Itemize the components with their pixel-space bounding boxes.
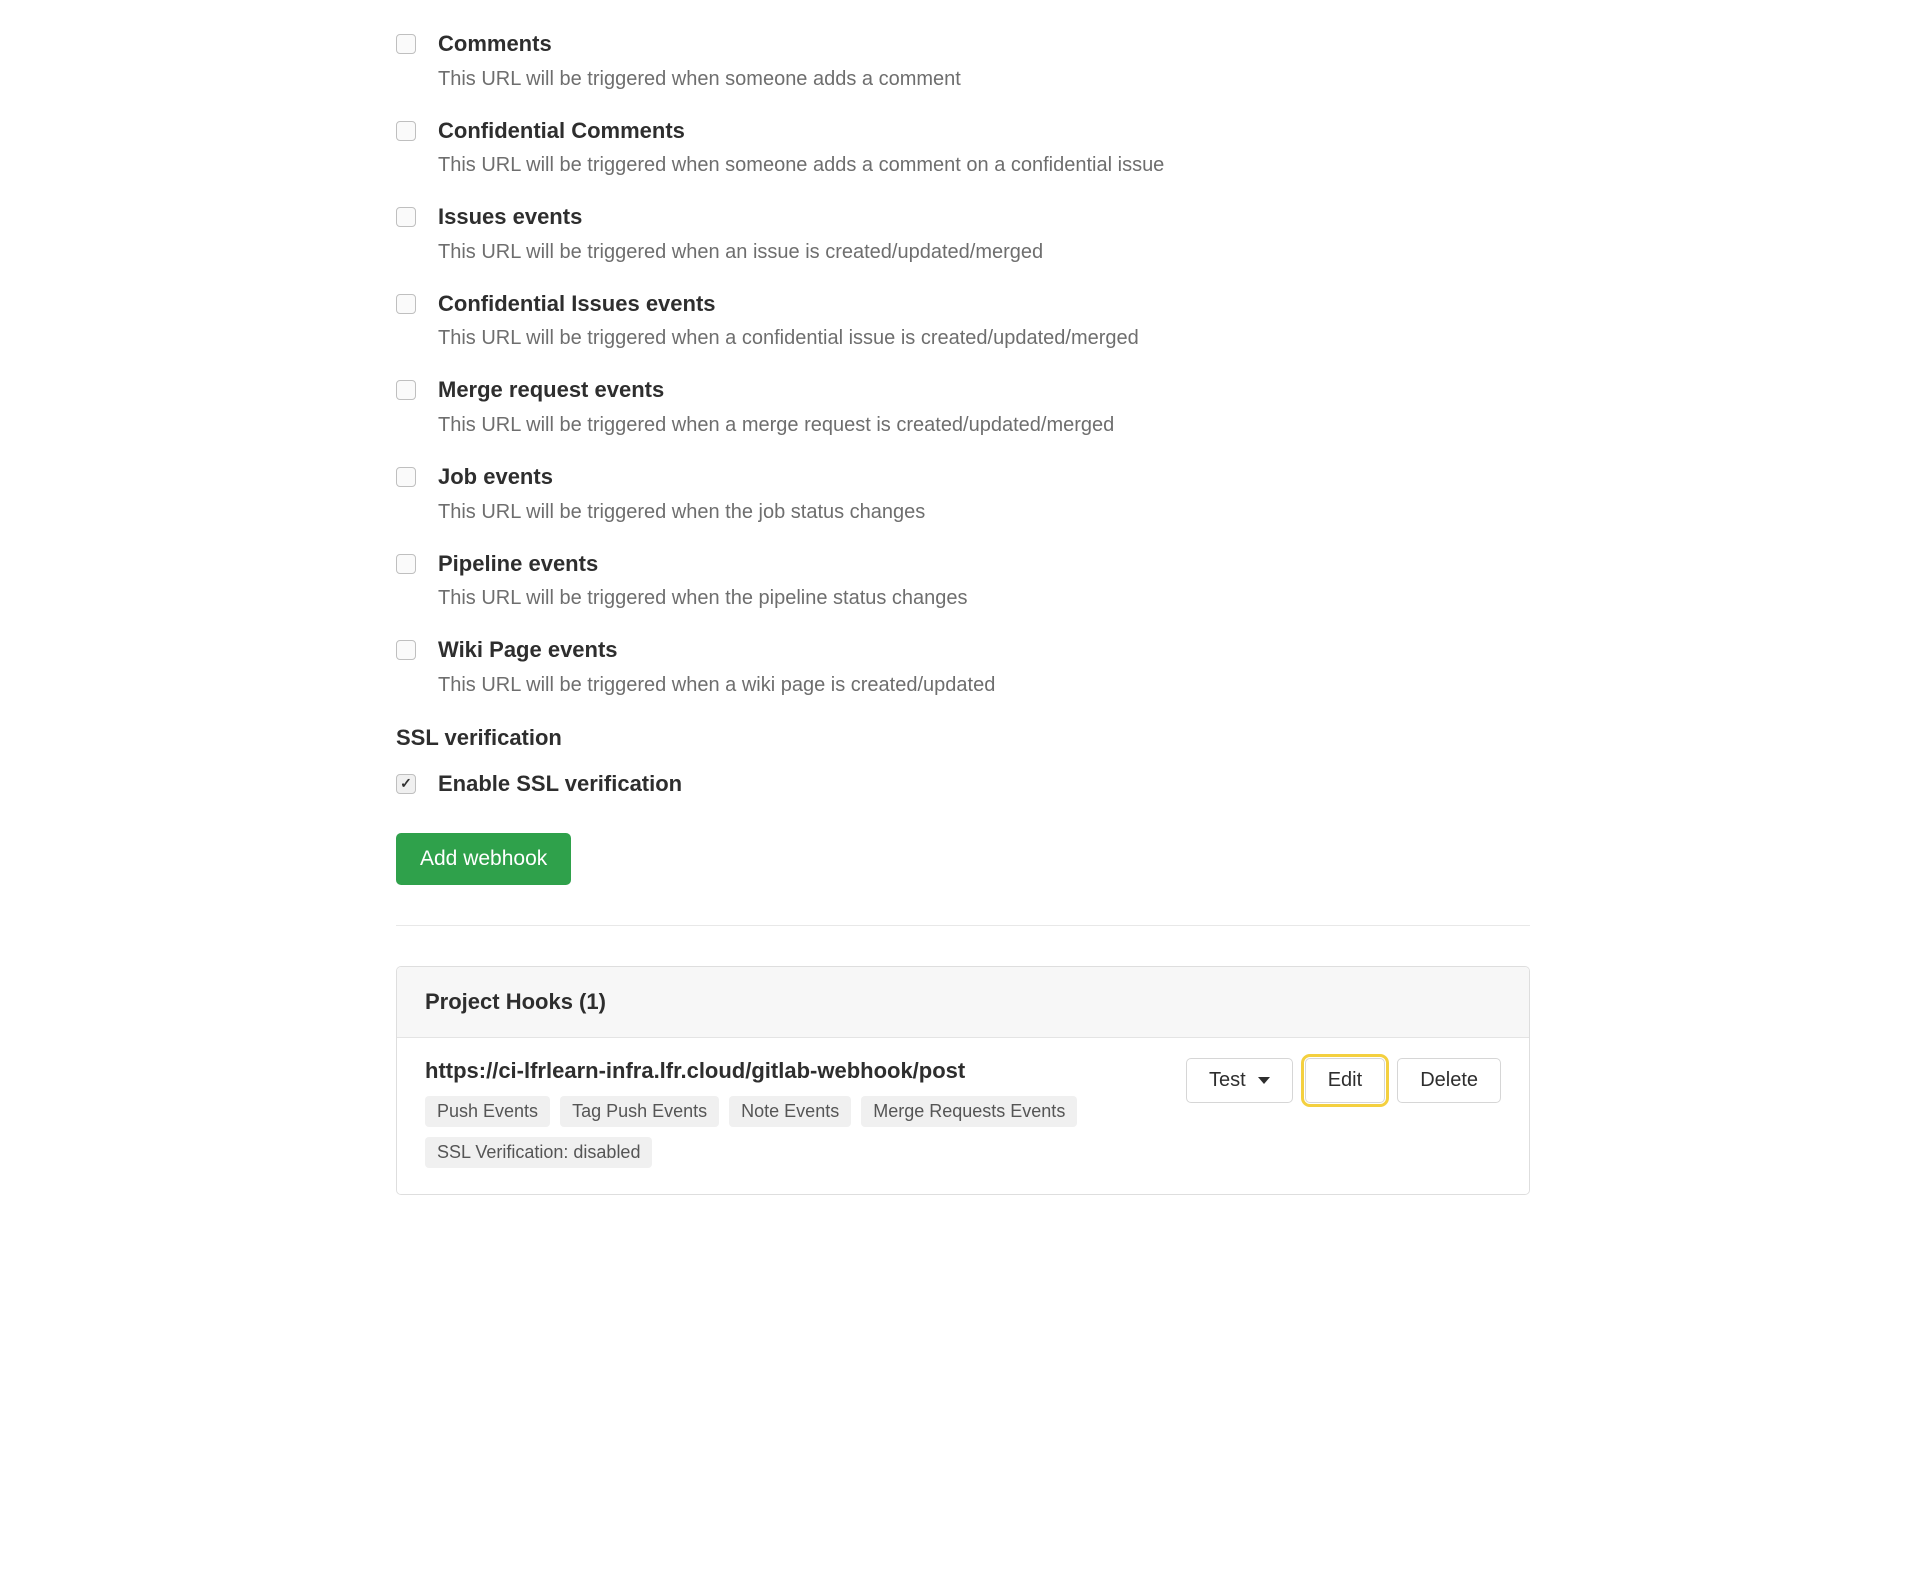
trigger-desc: This URL will be triggered when an issue… — [438, 238, 1530, 266]
delete-button[interactable]: Delete — [1397, 1058, 1501, 1103]
trigger-job-events-checkbox[interactable] — [396, 467, 416, 487]
hook-badge: Tag Push Events — [560, 1096, 719, 1127]
hook-actions: Test Edit Delete — [1186, 1058, 1501, 1103]
trigger-pipeline-events: Pipeline events This URL will be trigger… — [396, 550, 1530, 613]
trigger-confidential-comments-checkbox[interactable] — [396, 121, 416, 141]
trigger-title: Comments — [438, 30, 1530, 59]
trigger-issues-events-checkbox[interactable] — [396, 207, 416, 227]
trigger-pipeline-events-checkbox[interactable] — [396, 554, 416, 574]
test-button-label: Test — [1209, 1069, 1246, 1092]
project-hooks-title: Project Hooks (1) — [397, 967, 1529, 1038]
trigger-confidential-comments: Confidential Comments This URL will be t… — [396, 117, 1530, 180]
test-button[interactable]: Test — [1186, 1058, 1293, 1103]
divider — [396, 925, 1530, 926]
hook-badges: Push Events Tag Push Events Note Events … — [425, 1096, 1166, 1168]
trigger-wiki-page-events: Wiki Page events This URL will be trigge… — [396, 636, 1530, 699]
trigger-comments: Comments This URL will be triggered when… — [396, 30, 1530, 93]
trigger-desc: This URL will be triggered when someone … — [438, 151, 1530, 179]
trigger-confidential-issues-events-checkbox[interactable] — [396, 294, 416, 314]
trigger-title: Confidential Issues events — [438, 290, 1530, 319]
ssl-enable-row: Enable SSL verification — [396, 771, 1530, 797]
ssl-section-label: SSL verification — [396, 725, 1530, 751]
trigger-merge-request-events: Merge request events This URL will be tr… — [396, 376, 1530, 439]
trigger-title: Merge request events — [438, 376, 1530, 405]
hook-badge: Merge Requests Events — [861, 1096, 1077, 1127]
trigger-desc: This URL will be triggered when the pipe… — [438, 584, 1530, 612]
trigger-desc: This URL will be triggered when a confid… — [438, 324, 1530, 352]
trigger-desc: This URL will be triggered when someone … — [438, 65, 1530, 93]
trigger-title: Job events — [438, 463, 1530, 492]
ssl-enable-checkbox[interactable] — [396, 774, 416, 794]
trigger-comments-checkbox[interactable] — [396, 34, 416, 54]
trigger-desc: This URL will be triggered when the job … — [438, 498, 1530, 526]
project-hooks-panel: Project Hooks (1) https://ci-lfrlearn-in… — [396, 966, 1530, 1195]
edit-button[interactable]: Edit — [1305, 1058, 1385, 1103]
trigger-title: Confidential Comments — [438, 117, 1530, 146]
ssl-enable-label: Enable SSL verification — [438, 771, 682, 797]
hook-info: https://ci-lfrlearn-infra.lfr.cloud/gitl… — [425, 1058, 1166, 1168]
trigger-title: Issues events — [438, 203, 1530, 232]
trigger-desc: This URL will be triggered when a merge … — [438, 411, 1530, 439]
hook-badge: SSL Verification: disabled — [425, 1137, 652, 1168]
chevron-down-icon — [1258, 1077, 1270, 1084]
trigger-confidential-issues-events: Confidential Issues events This URL will… — [396, 290, 1530, 353]
trigger-wiki-page-events-checkbox[interactable] — [396, 640, 416, 660]
trigger-title: Wiki Page events — [438, 636, 1530, 665]
trigger-desc: This URL will be triggered when a wiki p… — [438, 671, 1530, 699]
trigger-merge-request-events-checkbox[interactable] — [396, 380, 416, 400]
hook-url: https://ci-lfrlearn-infra.lfr.cloud/gitl… — [425, 1058, 1166, 1084]
trigger-job-events: Job events This URL will be triggered wh… — [396, 463, 1530, 526]
hook-badge: Note Events — [729, 1096, 851, 1127]
trigger-title: Pipeline events — [438, 550, 1530, 579]
add-webhook-button[interactable]: Add webhook — [396, 833, 571, 885]
trigger-issues-events: Issues events This URL will be triggered… — [396, 203, 1530, 266]
hook-badge: Push Events — [425, 1096, 550, 1127]
